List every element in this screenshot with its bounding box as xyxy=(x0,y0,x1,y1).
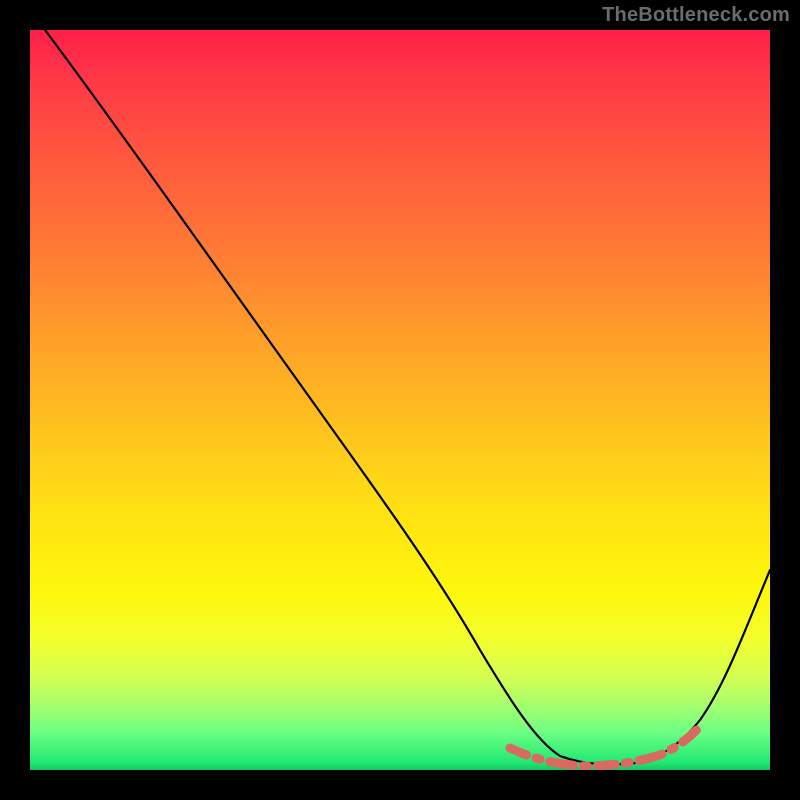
optimal-range-markers xyxy=(510,724,702,766)
plot-area xyxy=(30,30,770,770)
chart-frame: TheBottleneck.com xyxy=(0,0,800,800)
bottleneck-curve xyxy=(45,30,770,765)
watermark-text: TheBottleneck.com xyxy=(602,4,790,27)
curve-svg xyxy=(30,30,770,770)
